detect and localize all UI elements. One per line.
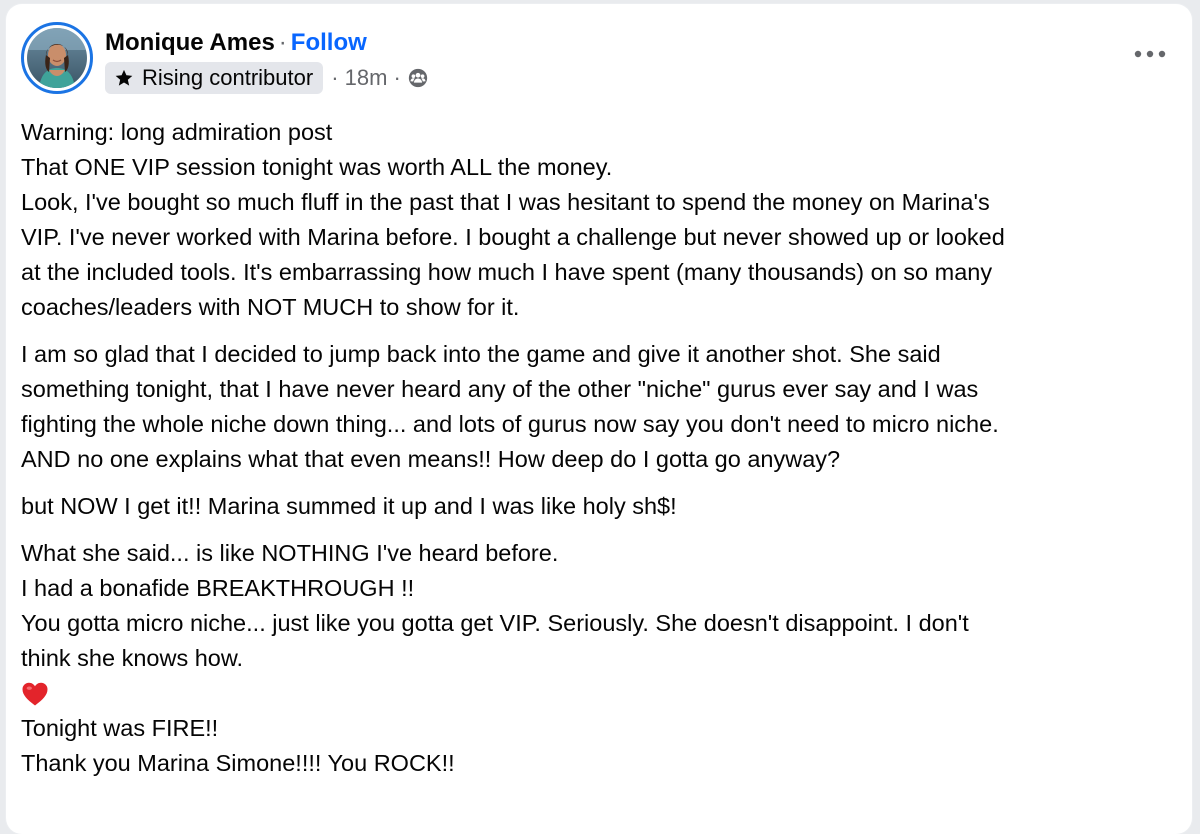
name-separator: · — [278, 29, 287, 56]
author-name[interactable]: Monique Ames — [105, 29, 275, 56]
post-line: something tonight, that I have never hea… — [21, 376, 979, 402]
post-timestamp[interactable]: · 18m · — [331, 65, 401, 91]
post-line: Thank you Marina Simone!!!! You ROCK!! — [21, 750, 455, 776]
post-header: Monique Ames · Follow Rising contributor ·… — [6, 4, 1192, 104]
post-line: VIP. I've never worked with Marina befor… — [21, 224, 1005, 250]
author-avatar[interactable] — [21, 22, 93, 94]
post-line: Look, I've bought so much fluff in the p… — [21, 189, 990, 215]
heart-emoji-line — [21, 676, 1181, 711]
post-card: Monique Ames · Follow Rising contributor ·… — [6, 4, 1192, 834]
post-paragraph: Warning: long admiration post That ONE V… — [21, 115, 1181, 325]
more-options-icon — [1134, 50, 1166, 58]
post-line: I am so glad that I decided to jump back… — [21, 341, 941, 367]
post-line: That ONE VIP session tonight was worth A… — [21, 154, 613, 180]
avatar-photo — [27, 28, 87, 88]
badge-label: Rising contributor — [142, 65, 314, 90]
post-line: What she said... is like NOTHING I've he… — [21, 540, 559, 566]
post-meta: Rising contributor · 18m · — [105, 62, 429, 94]
post-line: You gotta micro niche... just like you g… — [21, 610, 969, 636]
follow-button[interactable]: Follow — [291, 29, 367, 56]
post-line: AND no one explains what that even means… — [21, 446, 841, 472]
group-audience-icon[interactable] — [407, 67, 429, 89]
more-options-button[interactable] — [1130, 40, 1170, 68]
post-line: I had a bonafide BREAKTHROUGH !! — [21, 575, 415, 601]
heart-emoji-icon — [22, 682, 48, 705]
author-line: Monique Ames · Follow — [105, 28, 367, 58]
post-line: but NOW I get it!! Marina summed it up a… — [21, 493, 677, 519]
post-line: fighting the whole niche down thing... a… — [21, 411, 999, 437]
post-paragraph: What she said... is like NOTHING I've he… — [21, 536, 1181, 781]
post-line: Tonight was FIRE!! — [21, 715, 219, 741]
post-paragraph: I am so glad that I decided to jump back… — [21, 337, 1181, 477]
post-line: think she knows how. — [21, 645, 244, 671]
post-line: Warning: long admiration post — [21, 119, 333, 145]
rising-contributor-badge[interactable]: Rising contributor — [105, 62, 324, 94]
post-line: coaches/leaders with NOT MUCH to show fo… — [21, 294, 520, 320]
post-paragraph: but NOW I get it!! Marina summed it up a… — [21, 489, 1181, 524]
post-body: Warning: long admiration post That ONE V… — [21, 115, 1181, 793]
post-line: at the included tools. It's embarrassing… — [21, 259, 993, 285]
star-icon — [115, 69, 133, 86]
